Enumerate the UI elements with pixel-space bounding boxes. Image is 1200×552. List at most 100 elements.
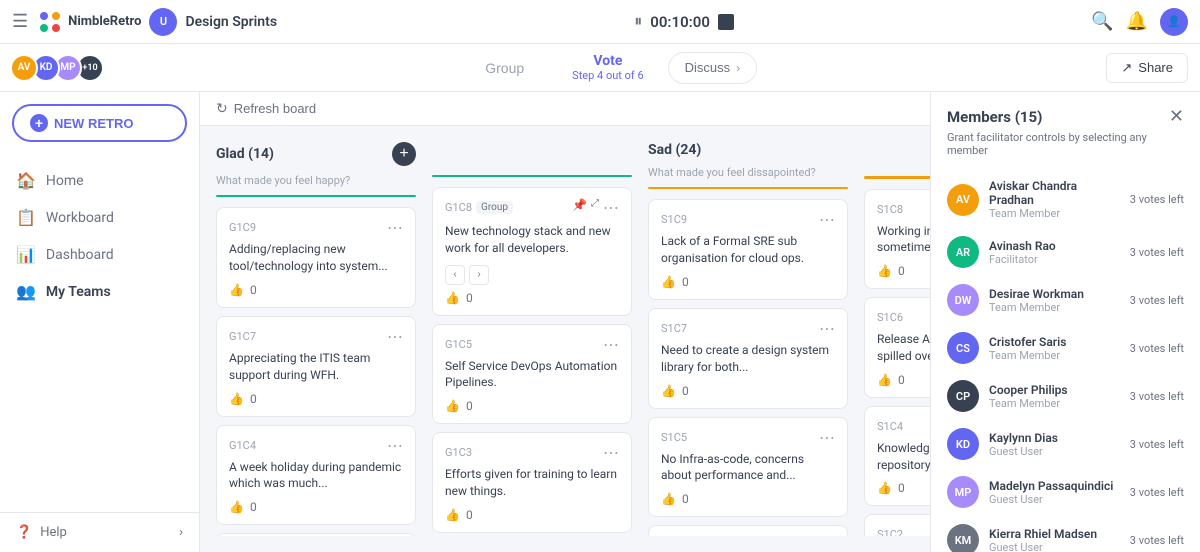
card-text-g1c4: A week holiday during pandemic which was…: [229, 459, 403, 493]
expand-icon[interactable]: ⤢: [591, 198, 599, 217]
vote-button-g1c4[interactable]: 👍: [229, 500, 244, 514]
card-g1c7: G1C7 ⋯ Appreciating the ITIS team suppor…: [216, 316, 416, 417]
card-g1c4: G1C4 ⋯ A week holiday during pandemic wh…: [216, 425, 416, 526]
member-info-avinash: Avinash Rao Facilitator: [989, 239, 1120, 266]
workboard-icon: 📋: [16, 208, 36, 227]
card-id-g1c3: G1C3 ⋯: [445, 443, 619, 462]
sidebar-navigation: 🏠 Home 📋 Workboard 📊 Dashboard 👥 My Team…: [0, 154, 199, 512]
member-avatar-kierra: KM: [947, 524, 979, 552]
share-button[interactable]: ↗ Share: [1106, 53, 1188, 83]
vote-button-s1c8[interactable]: 👍: [877, 264, 892, 278]
sidebar-item-my-teams[interactable]: 👥 My Teams: [0, 273, 199, 310]
member-info-desirae: Desirae Workman Team Member: [989, 287, 1120, 314]
sad2-cards: S1C8 ⋯ Working in AWS Works sometimes pu…: [864, 189, 930, 536]
member-role-desirae: Team Member: [989, 301, 1120, 314]
card-text-g1c7: Appreciating the ITIS team support durin…: [229, 350, 403, 384]
group-step-button[interactable]: Group: [461, 60, 548, 76]
vote-button-s1c4[interactable]: 👍: [877, 481, 892, 495]
member-item-1[interactable]: AR Avinash Rao Facilitator 3 votes left: [931, 228, 1200, 276]
members-panel: Members (15) ✕ Grant facilitator control…: [930, 92, 1200, 552]
member-role-kaylynn: Guest User: [989, 445, 1120, 458]
card-footer-g1c7: 👍 0: [229, 392, 403, 406]
card-s1c4: S1C4 ⋯ Knowledge/Product repository shou…: [864, 406, 930, 507]
member-avatar-1: AV: [10, 54, 38, 82]
card-s1c7: S1C7 ⋯ Need to create a design system li…: [648, 308, 848, 409]
logo-svg: [36, 8, 64, 36]
discuss-arrow-icon: ›: [736, 61, 740, 75]
card-more-g1c5[interactable]: ⋯: [603, 335, 619, 354]
vote-button-s1c6[interactable]: 👍: [877, 373, 892, 387]
close-members-panel-button[interactable]: ✕: [1169, 106, 1184, 127]
pause-button[interactable]: ⏸: [634, 13, 642, 31]
vote-count-s1c9: 0: [682, 275, 689, 289]
member-avatar-kaylynn: KD: [947, 428, 979, 460]
card-footer-g1c4: 👍 0: [229, 500, 403, 514]
vote-button-g1c7[interactable]: 👍: [229, 392, 244, 406]
member-item-3[interactable]: CS Cristofer Saris Team Member 3 votes l…: [931, 324, 1200, 372]
member-name-desirae: Desirae Workman: [989, 287, 1120, 301]
refresh-icon: ↻: [216, 100, 228, 117]
card-text-s1c5: No Infra-as-code, concerns about perform…: [661, 451, 835, 485]
card-footer-s1c7: 👍 0: [661, 384, 835, 398]
user-avatar[interactable]: 👤: [1160, 8, 1188, 36]
vote-button-s1c7[interactable]: 👍: [661, 384, 676, 398]
member-avatar-cristofer: CS: [947, 332, 979, 364]
card-nav-next[interactable]: ›: [469, 265, 489, 285]
vote-button-g1c9[interactable]: 👍: [229, 283, 244, 297]
member-avatar-aviskar: AV: [947, 184, 979, 216]
new-retro-button[interactable]: + NEW RETRO: [12, 104, 187, 142]
card-footer-s1c9: 👍 0: [661, 275, 835, 289]
card-footer-s1c5: 👍 0: [661, 492, 835, 506]
sidebar-item-home[interactable]: 🏠 Home: [0, 162, 199, 199]
stop-button[interactable]: [718, 14, 734, 30]
sidebar-item-workboard[interactable]: 📋 Workboard: [0, 199, 199, 236]
logo-text: NimbleRetro: [68, 14, 141, 29]
card-more-g1c3[interactable]: ⋯: [603, 443, 619, 462]
step-bar: AV KD MP +10 Group Vote Step 4 out of 6 …: [0, 44, 1200, 92]
glad-column-subtitle: What made you feel happy?: [216, 174, 416, 187]
vote-step-label: Vote: [572, 53, 643, 69]
member-avatar-cooper: CP: [947, 380, 979, 412]
hamburger-icon[interactable]: ☰: [12, 11, 28, 32]
member-item-7[interactable]: KM Kierra Rhiel Madsen Guest User 3 vote…: [931, 516, 1200, 552]
group-badge: Group: [476, 201, 513, 214]
vote-button-g1c8[interactable]: 👍: [445, 291, 460, 305]
search-icon[interactable]: 🔍: [1091, 11, 1113, 32]
card-more-g1c8[interactable]: ⋯: [603, 198, 619, 217]
sidebar-item-dashboard[interactable]: 📊 Dashboard: [0, 236, 199, 273]
member-avatar-list: AV KD MP +10: [16, 54, 104, 82]
glad-cards: G1C9 ⋯ Adding/replacing new tool/technol…: [216, 207, 416, 536]
card-more-s1c5[interactable]: ⋯: [819, 428, 835, 447]
glad-column-title: Glad (14): [216, 146, 274, 162]
glad-add-card-button[interactable]: +: [392, 142, 416, 166]
member-info-madelyn: Madelyn Passaquindici Guest User: [989, 479, 1120, 506]
vote-button-g1c3[interactable]: 👍: [445, 508, 460, 522]
pin-icon: 📌: [572, 198, 587, 217]
board-content: Glad (14) + What made you feel happy? G1…: [200, 126, 930, 552]
sidebar-help[interactable]: ❓ Help ›: [0, 512, 199, 552]
card-text-s1c9: Lack of a Formal SRE sub organisation fo…: [661, 233, 835, 267]
card-more-s1c9[interactable]: ⋯: [819, 210, 835, 229]
card-text-g1c5: Self Service DevOps Automation Pipelines…: [445, 358, 619, 392]
card-more-g1c7[interactable]: ⋯: [387, 327, 403, 346]
vote-button-g1c5[interactable]: 👍: [445, 399, 460, 413]
member-item-5[interactable]: KD Kaylynn Dias Guest User 3 votes left: [931, 420, 1200, 468]
notification-icon[interactable]: 🔔: [1126, 11, 1148, 32]
card-nav-prev[interactable]: ‹: [445, 265, 465, 285]
member-item-2[interactable]: DW Desirae Workman Team Member 3 votes l…: [931, 276, 1200, 324]
members-panel-title: Members (15): [947, 108, 1042, 126]
discuss-step-button[interactable]: Discuss ›: [668, 52, 758, 84]
vote-count-g1c5: 0: [466, 399, 473, 413]
vote-button-s1c5[interactable]: 👍: [661, 492, 676, 506]
member-item-6[interactable]: MP Madelyn Passaquindici Guest User 3 vo…: [931, 468, 1200, 516]
member-item-0[interactable]: AV Aviskar Chandra Pradhan Team Member 3…: [931, 171, 1200, 228]
card-more-g1c4[interactable]: ⋯: [387, 436, 403, 455]
refresh-board-button[interactable]: ↻ Refresh board: [216, 100, 316, 117]
member-info-aviskar: Aviskar Chandra Pradhan Team Member: [989, 179, 1120, 220]
sad-column-subtitle: What made you feel dissapointed?: [648, 166, 848, 179]
vote-button-s1c9[interactable]: 👍: [661, 275, 676, 289]
card-more-g1c9[interactable]: ⋯: [387, 218, 403, 237]
card-more-s1c7[interactable]: ⋯: [819, 319, 835, 338]
member-item-4[interactable]: CP Cooper Philips Team Member 3 votes le…: [931, 372, 1200, 420]
card-text-s1c6: Release Activity getting spilled over to…: [877, 331, 930, 365]
